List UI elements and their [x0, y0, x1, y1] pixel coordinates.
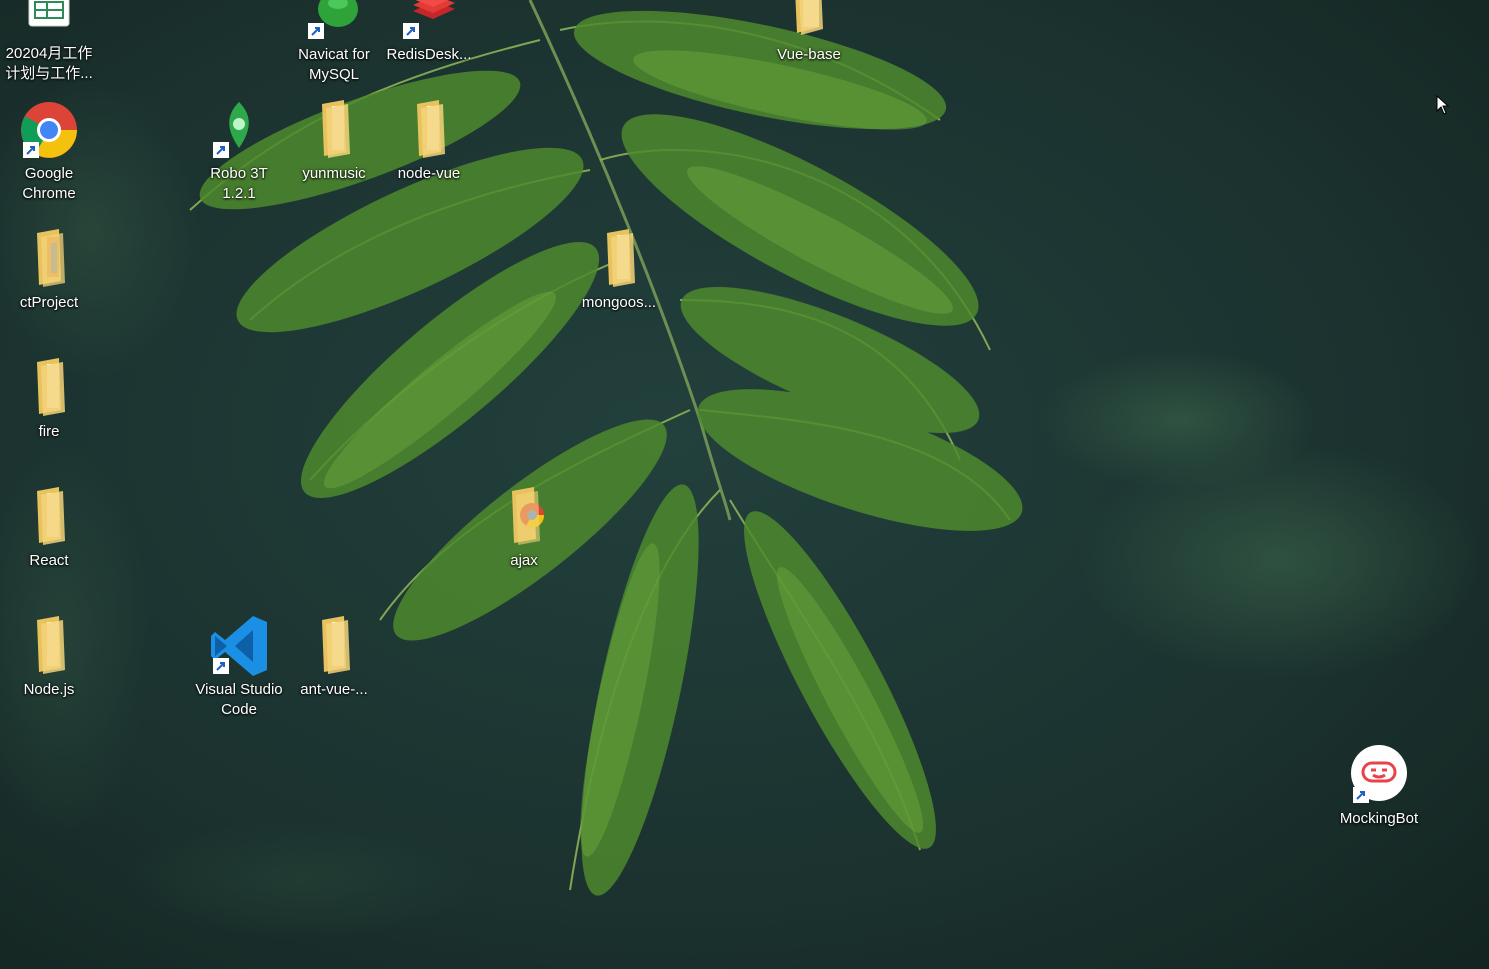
icon-label: Navicat for MySQL [298, 46, 370, 83]
icon-label: ajax [510, 552, 538, 569]
desktop-icon-ajax[interactable]: ajax [478, 485, 570, 571]
desktop-icon-node-vue[interactable]: node-vue [383, 98, 475, 184]
desktop-icon-ctproject[interactable]: ctProject [3, 227, 95, 313]
icon-label: ctProject [19, 294, 79, 311]
desktop-icon-ant-vue[interactable]: ant-vue-... [288, 614, 380, 700]
vscode-icon [207, 614, 271, 678]
navicat-icon [302, 0, 366, 43]
icon-label: ant-vue-... [300, 681, 368, 698]
folder-icon [17, 614, 81, 678]
chrome-icon [17, 98, 81, 162]
desktop-icon-vue-base[interactable]: Vue-base [763, 0, 855, 65]
icon-label: 20204月工作计划与工作... [5, 45, 93, 82]
shortcut-arrow-icon [308, 23, 324, 39]
icon-label: RedisDesk... [386, 46, 472, 63]
folder-icon [397, 98, 461, 162]
icon-label: MockingBot [1339, 810, 1419, 827]
folder-icon [302, 98, 366, 162]
icon-label: Robo 3T 1.2.1 [210, 165, 268, 202]
redis-desktop-icon [397, 0, 461, 43]
folder-icon [17, 485, 81, 549]
icon-label: fire [38, 423, 60, 440]
desktop-icon-navicat[interactable]: Navicat for MySQL [288, 0, 380, 85]
folder-icon [302, 614, 366, 678]
folder-icon [587, 227, 651, 291]
spreadsheet-icon [17, 0, 81, 42]
desktop-icon-fire[interactable]: fire [3, 356, 95, 442]
icon-label: Node.js [23, 681, 75, 698]
mockingbot-icon [1347, 743, 1411, 807]
icon-label: node-vue [397, 165, 461, 182]
mouse-cursor-icon [1436, 95, 1450, 115]
icon-label: Google Chrome [22, 165, 76, 202]
icon-label: mongoos... [581, 294, 657, 311]
shortcut-arrow-icon [213, 658, 229, 674]
icon-label: React [29, 552, 69, 569]
desktop-icon-react[interactable]: React [3, 485, 95, 571]
folder-icon [492, 485, 556, 549]
desktop-icon-redis-desktop[interactable]: RedisDesk... [383, 0, 475, 65]
shortcut-arrow-icon [213, 142, 229, 158]
icon-label: yunmusic [302, 165, 366, 182]
desktop-icon-google-chrome[interactable]: Google Chrome [3, 98, 95, 204]
folder-icon [17, 227, 81, 291]
icon-label: Vue-base [777, 46, 841, 63]
desktop-icon-mongoose[interactable]: mongoos... [573, 227, 665, 313]
desktop-icon-robo3t[interactable]: Robo 3T 1.2.1 [193, 98, 285, 204]
shortcut-arrow-icon [403, 23, 419, 39]
desktop-icon-work-plan[interactable]: 20204月工作计划与工作... [3, 0, 95, 84]
folder-icon [777, 0, 841, 43]
robo3t-icon [207, 98, 271, 162]
shortcut-arrow-icon [1353, 787, 1369, 803]
folder-icon [17, 356, 81, 420]
shortcut-arrow-icon [23, 142, 39, 158]
desktop-icon-vscode[interactable]: Visual Studio Code [193, 614, 285, 720]
desktop-icon-mockingbot[interactable]: MockingBot [1333, 743, 1425, 829]
desktop-icon-yunmusic[interactable]: yunmusic [288, 98, 380, 184]
icon-label: Visual Studio Code [195, 681, 283, 718]
desktop-icon-nodejs[interactable]: Node.js [3, 614, 95, 700]
